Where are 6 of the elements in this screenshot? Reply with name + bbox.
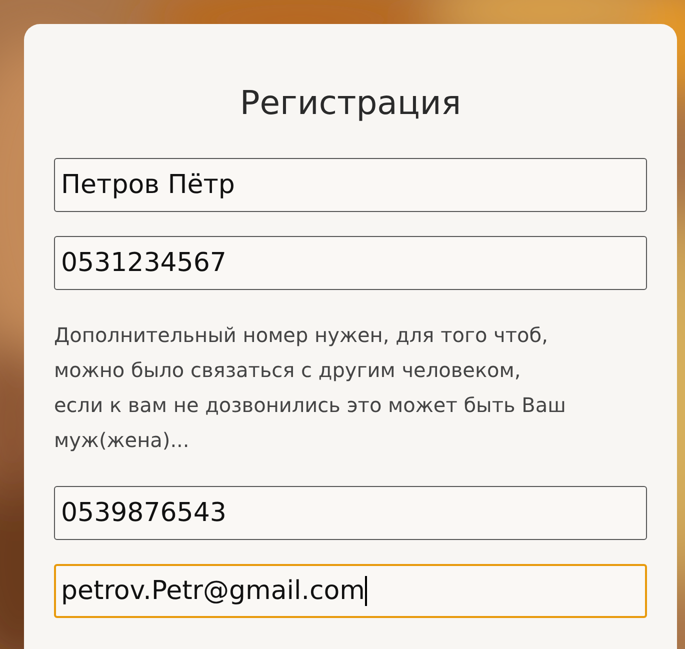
input-field[interactable]: 0539876543: [54, 486, 647, 540]
input-field[interactable]: petrov.Petr@gmail.com: [54, 564, 647, 618]
form-title: Регистрация: [240, 82, 462, 124]
hint-text: Дополнительный номер нужен, для того чтоб, можно было связаться с другим человеком, если к вам не дозвонились это может быть Ваш муж(жена)...: [54, 322, 567, 454]
input-field[interactable]: Петров Пётр: [54, 158, 647, 212]
input-field[interactable]: 0531234567: [54, 236, 647, 290]
